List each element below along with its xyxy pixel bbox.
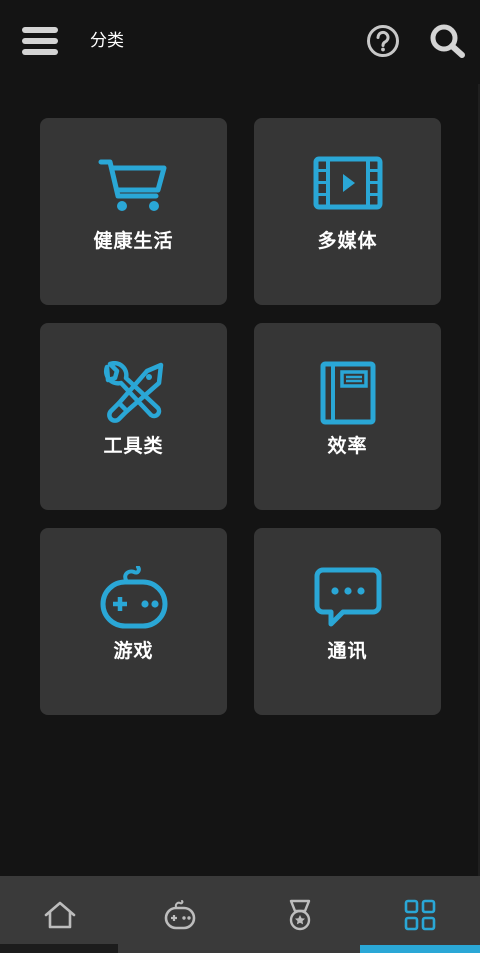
category-label: 多媒体 <box>317 230 378 252</box>
gamepad-icon <box>164 899 196 929</box>
grid-icon <box>404 899 436 930</box>
nav-ranking[interactable] <box>240 876 360 953</box>
category-tile-health[interactable]: 健康生活 <box>40 118 227 305</box>
top-bar: 分类 <box>0 0 480 84</box>
medal-icon <box>289 899 311 930</box>
category-tile-games[interactable]: 游戏 <box>40 528 227 715</box>
shopping-cart-icon <box>98 159 166 211</box>
help-icon <box>367 25 399 57</box>
category-label: 效率 <box>327 435 368 457</box>
category-label: 通讯 <box>327 640 368 662</box>
gamepad-icon <box>100 566 167 629</box>
category-tile-efficiency[interactable]: 效率 <box>254 323 441 510</box>
hamburger-icon <box>22 27 58 55</box>
home-icon <box>44 901 76 928</box>
tools-icon <box>103 361 163 423</box>
bottom-nav <box>0 876 480 953</box>
nav-bottom-strip <box>0 944 118 953</box>
search-button[interactable] <box>428 22 468 60</box>
category-label: 工具类 <box>103 435 164 457</box>
category-label: 健康生活 <box>93 230 174 252</box>
category-tile-communication[interactable]: 通讯 <box>254 528 441 715</box>
menu-button[interactable] <box>20 24 60 58</box>
category-label: 游戏 <box>113 640 154 662</box>
active-tab-indicator <box>360 945 480 953</box>
nav-games[interactable] <box>120 876 240 953</box>
category-tile-multimedia[interactable]: 多媒体 <box>254 118 441 305</box>
page-title: 分类 <box>90 31 124 51</box>
search-icon <box>430 24 465 58</box>
help-button[interactable] <box>366 24 400 58</box>
film-play-icon <box>313 156 382 210</box>
nav-home[interactable] <box>0 876 120 953</box>
nav-categories[interactable] <box>360 876 480 953</box>
notebook-icon <box>320 361 375 425</box>
chat-bubble-icon <box>314 567 381 627</box>
category-tile-tools[interactable]: 工具类 <box>40 323 227 510</box>
